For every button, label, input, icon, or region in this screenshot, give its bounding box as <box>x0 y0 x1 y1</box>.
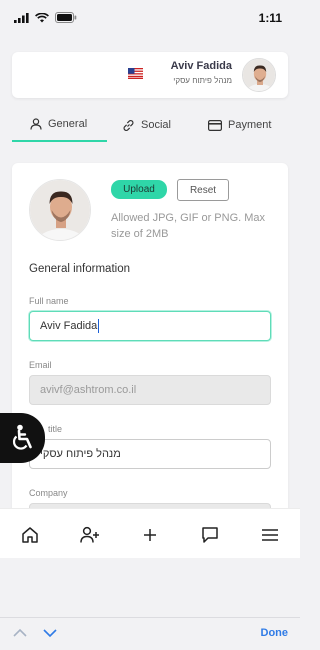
add-user-icon <box>80 526 99 543</box>
chevron-up-icon[interactable] <box>12 627 28 639</box>
nav-chat[interactable] <box>198 523 222 547</box>
nav-menu[interactable] <box>258 523 282 547</box>
credit-card-icon <box>208 119 222 131</box>
nav-home[interactable] <box>18 523 42 547</box>
user-icon <box>30 118 42 130</box>
battery-icon <box>55 12 77 23</box>
accessibility-button[interactable] <box>0 413 45 463</box>
bottom-nav <box>0 508 300 558</box>
keyboard-accessory-bar: Done <box>0 617 300 650</box>
home-icon <box>22 527 38 543</box>
nav-add[interactable] <box>138 523 162 547</box>
wifi-icon <box>35 12 49 22</box>
email-field[interactable]: avivf@ashtrom.co.il <box>29 375 271 405</box>
tab-social-label: Social <box>141 119 171 131</box>
job-title-value: מנהל פיתוח עסקי <box>40 448 121 460</box>
text-caret <box>98 319 100 333</box>
menu-icon <box>262 529 278 541</box>
signal-icon <box>14 12 29 23</box>
general-form-card: Upload Reset Allowed JPG, GIF or PNG. Ma… <box>12 163 288 523</box>
full-name-input[interactable]: Aviv Fadida <box>29 311 271 341</box>
nav-add-user[interactable] <box>78 523 102 547</box>
avatar[interactable] <box>242 58 276 92</box>
done-button[interactable]: Done <box>261 627 289 639</box>
profile-role: מנהל פיתוח עסקי <box>173 76 232 85</box>
profile-header: Aviv Fadida מנהל פיתוח עסקי <box>12 52 288 98</box>
chevron-down-icon[interactable] <box>42 627 58 639</box>
chat-icon <box>202 527 218 543</box>
company-label: Company <box>29 488 68 498</box>
us-flag-icon[interactable] <box>128 68 143 79</box>
wheelchair-icon <box>12 424 32 450</box>
tab-general[interactable]: General <box>12 108 107 142</box>
profile-tabs: General Social Payment <box>12 108 294 142</box>
profile-name: Aviv Fadida <box>170 60 232 72</box>
profile-photo <box>29 179 91 241</box>
upload-button[interactable]: Upload <box>111 180 167 199</box>
full-name-label: Full name <box>29 296 69 306</box>
status-icons <box>14 12 77 23</box>
email-value: avivf@ashtrom.co.il <box>40 384 137 396</box>
job-title-label: title <box>48 424 63 434</box>
status-time: 1:11 <box>258 11 282 25</box>
status-bar: 1:11 <box>0 0 300 38</box>
email-label: Email <box>29 360 52 370</box>
job-title-field[interactable]: מנהל פיתוח עסקי <box>29 439 271 469</box>
tab-general-label: General <box>48 118 88 130</box>
plus-icon <box>144 529 156 541</box>
link-icon <box>123 119 134 131</box>
profile-photo-image <box>30 180 90 240</box>
section-title: General information <box>29 263 130 275</box>
avatar-photo <box>243 59 275 91</box>
full-name-value: Aviv Fadida <box>40 320 98 332</box>
tab-social[interactable]: Social <box>122 108 192 142</box>
reset-button[interactable]: Reset <box>177 179 229 201</box>
tab-payment-label: Payment <box>228 119 272 131</box>
upload-hint: Allowed JPG, GIF or PNG. Max size of 2MB <box>111 212 266 240</box>
tab-payment[interactable]: Payment <box>208 108 294 142</box>
